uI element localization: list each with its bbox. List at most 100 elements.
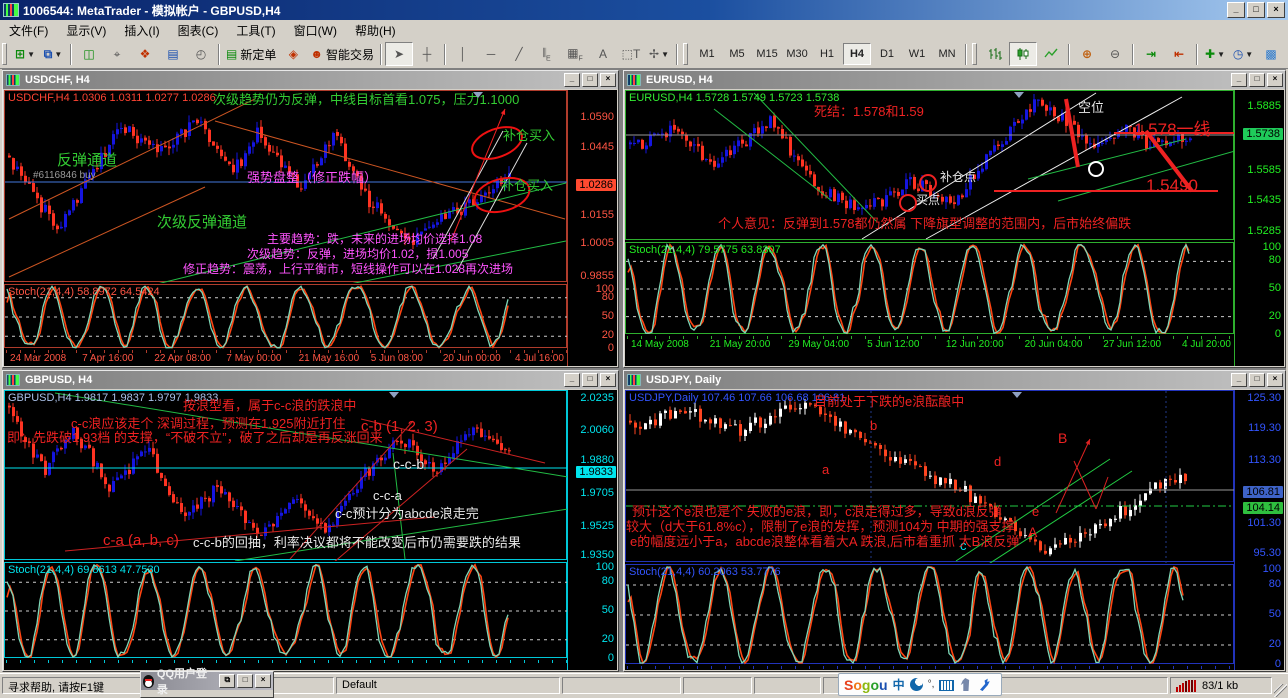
sogou-lang-toggle[interactable]: 中 (893, 676, 905, 693)
eurusd-price-scale[interactable]: 1.5885 1.5738 1.5585 1.5435 1.5285 100 80 50 20 0 (1234, 90, 1284, 366)
maximize-button[interactable]: □ (1247, 2, 1265, 18)
qq-login-window[interactable]: QQ用户登录 ⧉ □ × (140, 668, 274, 698)
auto-scroll-button[interactable]: ⇥ (1137, 42, 1165, 66)
menu-item-6[interactable]: 帮助(H) (346, 19, 405, 42)
sogou-hand-icon[interactable] (960, 678, 970, 691)
candlestick-chart-button[interactable] (1009, 42, 1038, 66)
vline-tool-button[interactable]: │ (449, 42, 477, 66)
crosshair-target-button[interactable]: ⌖ (103, 42, 131, 66)
text-tool-button[interactable]: A (589, 42, 617, 66)
timeframe-h1-button[interactable]: H1 (813, 43, 841, 65)
chart-restore-button[interactable]: □ (582, 373, 598, 387)
market-watch-button[interactable]: ◫ (75, 42, 103, 66)
chart-minimize-button[interactable]: _ (1231, 73, 1247, 87)
timeframe-mn-button[interactable]: MN (933, 43, 961, 65)
sogou-punct-icon[interactable]: °, (928, 679, 935, 690)
gbpusd-price-scale[interactable]: 2.0235 2.0060 1.9880 1.9833 1.9705 1.9525 1.93… (567, 390, 617, 670)
timeframe-m15-button[interactable]: M15 (753, 43, 781, 65)
usdchf-stoch-plot[interactable]: Stoch(21,4,4) 58.8972 64.5424 (4, 284, 568, 349)
chart-window-usdjpy[interactable]: USDJPY, Daily _ □ × USDJPY,Daily 107.46 … (623, 370, 1286, 672)
text-label-tool-button[interactable]: ⬚T (617, 42, 645, 66)
toolbar-grip-3[interactable] (972, 43, 978, 65)
zoom-in-button[interactable]: ⊕ (1073, 42, 1101, 66)
chart-minimize-button[interactable]: _ (1231, 373, 1247, 387)
sogou-settings-icon[interactable] (979, 678, 990, 691)
cursor-tool-button[interactable]: ➤ (385, 42, 414, 66)
chart-shift-button[interactable]: ⇤ (1165, 42, 1193, 66)
menu-item-3[interactable]: 图表(C) (169, 19, 228, 42)
new-order-button[interactable]: ▤ 新定单 (223, 42, 279, 66)
sogou-fullhalf-icon[interactable] (909, 678, 923, 691)
resize-grip[interactable] (1274, 684, 1287, 697)
favorites-button[interactable]: ❖ (131, 42, 159, 66)
chart-body-usdchf[interactable]: USDCHF,H4 1.0306 1.0311 1.0277 1.0286 次级趋… (4, 90, 617, 366)
sogou-input-bar[interactable]: Sogou 中 °, (838, 673, 1002, 696)
timeframe-w1-button[interactable]: W1 (903, 43, 931, 65)
gbpusd-stoch-plot[interactable]: Stoch(21,4,4) 69.8613 47.7530 (4, 562, 568, 659)
expert-advisor-button[interactable]: ☻ 智能交易 (307, 42, 377, 66)
template-colors-button[interactable]: ▩ (1257, 42, 1285, 66)
chart-restore-button[interactable]: □ (582, 73, 598, 87)
qq-restore-button[interactable]: ⧉ (219, 674, 236, 688)
sogou-keyboard-icon[interactable] (939, 680, 955, 691)
close-button[interactable]: × (1267, 2, 1285, 18)
zoom-out-button[interactable]: ⊖ (1101, 42, 1129, 66)
hline-tool-button[interactable]: ─ (477, 42, 505, 66)
usdjpy-stoch-plot[interactable]: Stoch(21,4,4) 60.2063 53.7776 (625, 564, 1235, 665)
chart-restore-button[interactable]: □ (1249, 373, 1265, 387)
toolbar-grip-2[interactable] (683, 43, 689, 65)
chart-close-button[interactable]: × (600, 73, 616, 87)
history-center-button[interactable]: ◴ (187, 42, 215, 66)
menu-item-4[interactable]: 工具(T) (227, 19, 284, 42)
chart-title-bar[interactable]: USDJPY, Daily _ □ × (624, 371, 1285, 389)
menu-item-0[interactable]: 文件(F) (0, 19, 57, 42)
timeframe-h4-button[interactable]: H4 (843, 43, 872, 65)
fibonacci-tool-button[interactable]: 𝄃E (533, 42, 561, 66)
eurusd-time-axis[interactable]: 14 May 2008 21 May 20:00 29 May 04:00 5 Jun… (627, 336, 1236, 350)
toolbar-grip[interactable] (2, 43, 7, 65)
chart-window-usdchf[interactable]: USDCHF, H4 _ □ × USDCHF,H4 1.0306 1.0311… (2, 70, 619, 368)
alert-button[interactable]: ◈ (279, 42, 307, 66)
timeframe-d1-button[interactable]: D1 (873, 43, 901, 65)
timeframe-m30-button[interactable]: M30 (783, 43, 811, 65)
bar-chart-button[interactable] (981, 42, 1009, 66)
line-chart-button[interactable] (1037, 42, 1065, 66)
arrows-tool-button[interactable]: ✢ ▼ (645, 42, 673, 66)
usdchf-price-scale[interactable]: 1.0590 1.0445 1.0286 1.0155 1.0005 0.9855 100 8… (567, 90, 617, 366)
crosshair-tool-button[interactable]: ┼ (413, 42, 441, 66)
chart-minimize-button[interactable]: _ (564, 373, 580, 387)
chart-restore-button[interactable]: □ (1249, 73, 1265, 87)
data-window-button[interactable]: ▤ (159, 42, 187, 66)
timeframe-m1-button[interactable]: M1 (693, 43, 721, 65)
usdjpy-main-plot[interactable]: USDJPY,Daily 107.46 107.66 106.68 106.81… (625, 390, 1235, 563)
gbpusd-time-axis[interactable] (6, 660, 569, 674)
qq-close-button[interactable]: × (255, 674, 271, 688)
eurusd-main-plot[interactable]: EURUSD,H4 1.5728 1.5749 1.5723 1.5738 死结：… (625, 90, 1235, 240)
eurusd-stoch-plot[interactable]: Stoch(21,4,4) 79.5775 63.8307 (625, 242, 1235, 335)
chart-window-eurusd[interactable]: EURUSD, H4 _ □ × EURUSD,H4 1.5728 1.5749… (623, 70, 1286, 368)
new-chart-button[interactable]: ⊞ ▼ (11, 42, 39, 66)
usdjpy-price-scale[interactable]: 125.30 119.30 113.30 106.81 104.14 101.30 95.3… (1234, 390, 1284, 670)
timeframe-m5-button[interactable]: M5 (723, 43, 751, 65)
indicators-button[interactable]: ✚ ▼ (1201, 42, 1229, 66)
grid-tool-button[interactable]: ▦F (561, 42, 589, 66)
chart-minimize-button[interactable]: _ (564, 73, 580, 87)
profiles-button[interactable]: ⧉ ▼ (39, 42, 67, 66)
trendline-tool-button[interactable]: ╱ (505, 42, 533, 66)
chart-close-button[interactable]: × (1267, 373, 1283, 387)
gbpusd-main-plot[interactable]: GBPUSD,H4 1.9817 1.9837 1.9797 1.9833 按浪型… (4, 390, 568, 561)
periods-button[interactable]: ◷ ▼ (1229, 42, 1257, 66)
chart-title-bar[interactable]: GBPUSD, H4 _ □ × (3, 371, 618, 389)
chart-title-bar[interactable]: USDCHF, H4 _ □ × (3, 71, 618, 89)
minimize-button[interactable]: _ (1227, 2, 1245, 18)
menu-item-5[interactable]: 窗口(W) (285, 19, 346, 42)
chart-window-gbpusd[interactable]: GBPUSD, H4 _ □ × GBPUSD,H4 1.9817 1.9837… (2, 370, 619, 672)
chart-title-bar[interactable]: EURUSD, H4 _ □ × (624, 71, 1285, 89)
usdchf-time-axis[interactable]: 24 Mar 2008 7 Apr 16:00 22 Apr 08:00 7 May … (6, 350, 569, 364)
chart-body-eurusd[interactable]: EURUSD,H4 1.5728 1.5749 1.5723 1.5738 死结：… (625, 90, 1284, 366)
usdchf-main-plot[interactable]: USDCHF,H4 1.0306 1.0311 1.0277 1.0286 次级趋… (4, 90, 568, 283)
chart-close-button[interactable]: × (600, 373, 616, 387)
menu-item-2[interactable]: 插入(I) (115, 19, 168, 42)
chart-body-usdjpy[interactable]: USDJPY,Daily 107.46 107.66 106.68 106.81… (625, 390, 1284, 670)
qq-maximize-button[interactable]: □ (237, 674, 254, 688)
